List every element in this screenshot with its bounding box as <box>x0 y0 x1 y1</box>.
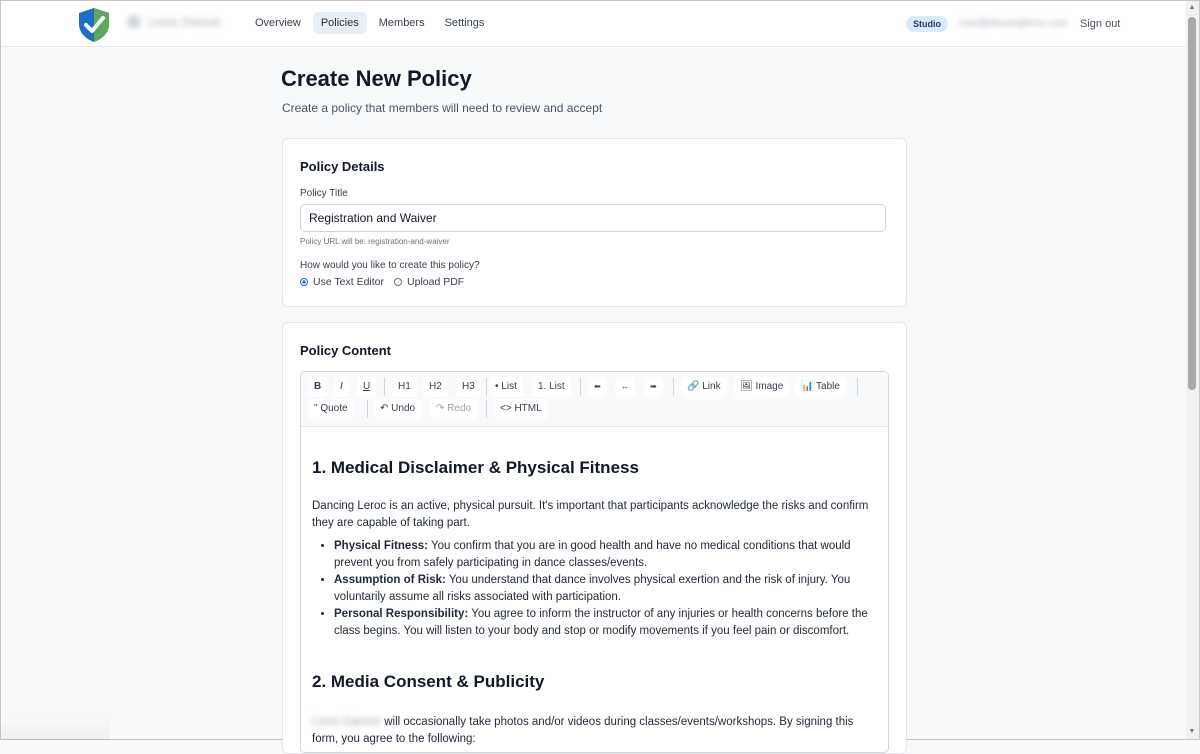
toolbar-separator <box>384 378 385 396</box>
section-2-intro: Leroc Dancer will occasionally take phot… <box>312 714 872 748</box>
text-editor-radio[interactable] <box>300 278 308 286</box>
html-source-button[interactable]: <> HTML <box>494 399 548 419</box>
insert-image-button[interactable]: 🖼 Image <box>734 377 790 397</box>
toolbar-separator <box>857 378 858 396</box>
italic-button[interactable]: I <box>334 377 349 397</box>
nav-policies[interactable]: Policies <box>312 12 367 34</box>
toolbar-separator <box>486 400 487 418</box>
bullet-list-button[interactable]: • List <box>489 377 523 397</box>
rich-text-editor: B I U H1 H2 H3 • List 1. List ⬅ ↔ ➡ 🔗 Li… <box>300 371 889 753</box>
align-right-button[interactable]: ➡ <box>644 377 663 397</box>
list-item-term: Physical Fitness: <box>334 540 428 552</box>
creation-method-question: How would you like to create this policy… <box>300 260 480 271</box>
quote-button[interactable]: " Quote <box>308 399 354 419</box>
list-item: Personal Responsibility: You agree to in… <box>334 606 874 640</box>
top-navigation-bar: Leroc Dancer Overview Policies Members S… <box>1 1 1185 47</box>
h1-button[interactable]: H1 <box>392 377 417 397</box>
policy-details-card: Policy Details Policy Title Policy URL w… <box>282 138 907 307</box>
section-1-list: Physical Fitness: You confirm that you a… <box>312 538 874 640</box>
upload-pdf-label: Upload PDF <box>407 276 465 288</box>
section-2-intro-text: will occasionally take photos and/or vid… <box>312 716 854 745</box>
insert-table-button[interactable]: 📊 Table <box>795 377 846 397</box>
nav-settings[interactable]: Settings <box>437 12 493 34</box>
policy-details-title: Policy Details <box>300 159 385 174</box>
h3-button[interactable]: H3 <box>456 377 481 397</box>
sign-out-link[interactable]: Sign out <box>1080 18 1120 30</box>
page-title: Create New Policy <box>281 66 472 91</box>
scroll-up-arrow-icon[interactable]: ▲ <box>1188 4 1196 12</box>
upload-pdf-radio[interactable] <box>394 278 403 286</box>
account-switcher[interactable]: Leroc Dancer <box>127 15 221 29</box>
toolbar-separator <box>486 378 487 396</box>
organization-name: Leroc Dancer <box>312 716 382 728</box>
redo-button[interactable]: ↷ Redo <box>430 399 478 419</box>
scroll-down-arrow-icon[interactable]: ▼ <box>1188 728 1196 736</box>
account-name: Leroc Dancer <box>149 15 222 29</box>
text-editor-option[interactable]: Use Text Editor <box>300 276 384 288</box>
insert-link-button[interactable]: 🔗 Link <box>681 377 727 397</box>
toolbar-separator <box>367 400 368 418</box>
numbered-list-button[interactable]: 1. List <box>532 377 571 397</box>
policy-content-title: Policy Content <box>300 343 392 358</box>
align-left-button[interactable]: ⬅ <box>588 377 607 397</box>
editor-toolbar: B I U H1 H2 H3 • List 1. List ⬅ ↔ ➡ 🔗 Li… <box>301 372 888 427</box>
list-item: Physical Fitness: You confirm that you a… <box>334 538 874 572</box>
underline-button[interactable]: U <box>357 377 377 397</box>
text-editor-label: Use Text Editor <box>313 276 385 288</box>
undo-button[interactable]: ↶ Undo <box>374 399 422 419</box>
bold-button[interactable]: B <box>308 377 328 397</box>
upload-pdf-option[interactable]: Upload PDF <box>394 276 464 288</box>
toolbar-separator <box>673 378 674 396</box>
section-2-heading: 2. Media Consent & Publicity <box>312 672 545 691</box>
nav-members[interactable]: Members <box>371 12 433 34</box>
creation-method-options: Use Text Editor Upload PDF <box>300 276 464 288</box>
policy-url-hint: Policy URL will be: registration-and-wai… <box>300 237 450 246</box>
main-nav: Overview Policies Members Settings <box>247 12 492 34</box>
shield-check-logo-icon[interactable] <box>77 7 111 43</box>
section-1-intro: Dancing Leroc is an active, physical pur… <box>312 500 869 529</box>
policy-title-label: Policy Title <box>300 188 348 199</box>
policy-content-card: Policy Content B I U H1 H2 H3 • List 1. … <box>282 322 907 754</box>
list-item-term: Assumption of Risk: <box>334 574 446 586</box>
list-item: Assumption of Risk: You understand that … <box>334 572 874 606</box>
policy-title-input[interactable] <box>300 204 886 232</box>
h2-button[interactable]: H2 <box>423 377 448 397</box>
user-email: user@dancingleroc.com <box>959 18 1067 29</box>
bottom-left-shadow <box>0 716 110 740</box>
scrollbar-thumb[interactable] <box>1188 17 1196 390</box>
section-1-heading: 1. Medical Disclaimer & Physical Fitness <box>312 458 639 477</box>
list-item-term: Personal Responsibility: <box>334 608 469 620</box>
studio-badge: Studio <box>906 16 948 32</box>
page-subtitle: Create a policy that members will need t… <box>282 101 603 115</box>
account-avatar <box>127 15 141 29</box>
align-center-button[interactable]: ↔ <box>615 377 635 397</box>
nav-overview[interactable]: Overview <box>247 12 309 34</box>
toolbar-separator <box>580 378 581 396</box>
